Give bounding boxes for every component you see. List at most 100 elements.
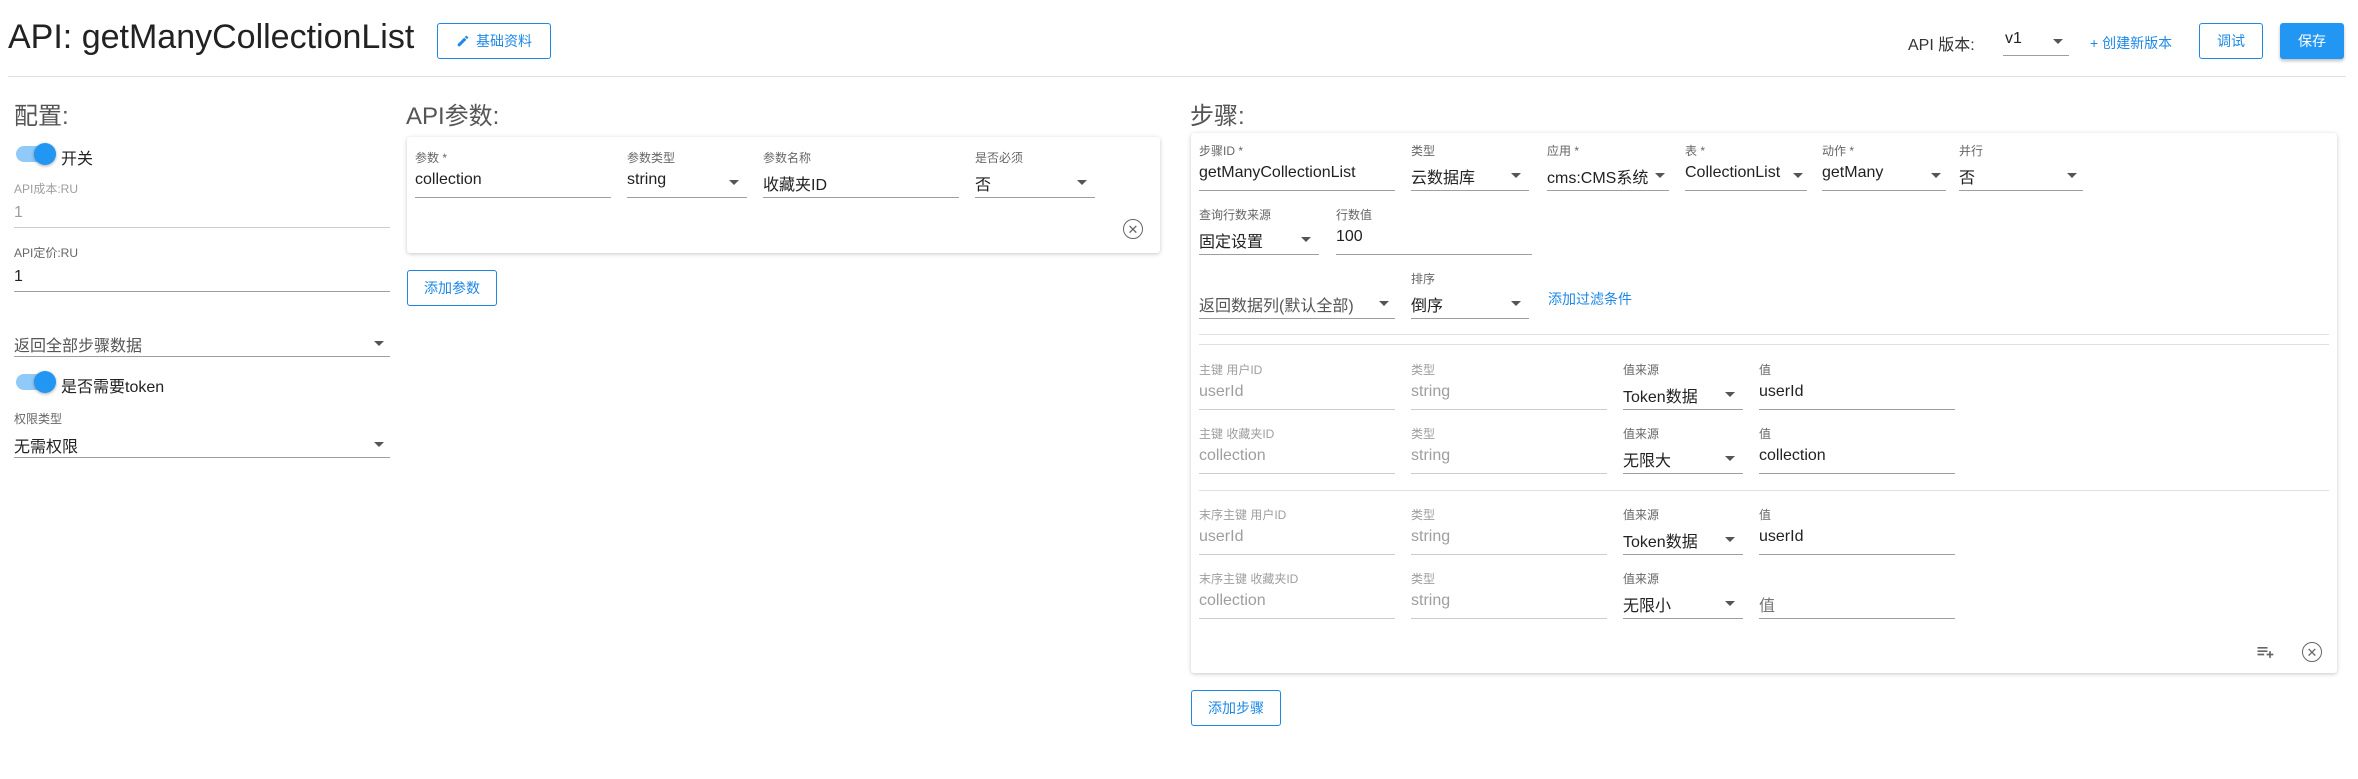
step-type-select[interactable]: 云数据库 [1411, 164, 1475, 188]
api-cost-label: API成本:RU [14, 182, 79, 196]
chevron-down-icon [2053, 39, 2063, 44]
param-input[interactable]: collection [415, 171, 482, 189]
step-id-label: 步骤ID * [1199, 144, 1244, 158]
switch-label: 开关 [61, 151, 94, 168]
key-value: collection [1199, 592, 1266, 609]
step-app-select[interactable]: cms:CMS系统 [1547, 164, 1648, 188]
param-name-label: 参数名称 [763, 151, 812, 165]
api-price-label: API定价:RU [14, 246, 79, 260]
return-cols-select[interactable]: 返回数据列(默认全部) [1199, 292, 1354, 316]
steps-title: 步骤: [1190, 103, 1245, 130]
chevron-down-icon [1379, 301, 1389, 306]
remove-param-icon[interactable]: ✕ [1123, 219, 1143, 239]
return-data-select[interactable]: 返回全部步骤数据 [14, 326, 390, 357]
value-input[interactable]: 值 [1759, 592, 1775, 616]
permission-label: 权限类型 [14, 412, 63, 426]
version-value: v1 [2005, 30, 2022, 47]
step-card: 步骤ID * getManyCollectionList 类型 云数据库 应用 … [1191, 133, 2337, 673]
sort-select[interactable]: 倒序 [1411, 292, 1443, 316]
value-input[interactable]: userId [1759, 383, 1803, 401]
value-source-label: 值来源 [1623, 572, 1660, 586]
switch-toggle[interactable] [14, 142, 58, 166]
add-filter-button[interactable]: 添加过滤条件 [1548, 289, 1632, 309]
key-type-label: 类型 [1411, 572, 1436, 586]
key-label: 主键 用户ID [1199, 363, 1263, 377]
key-type-value: string [1411, 592, 1451, 609]
value-source-select[interactable]: Token数据 [1623, 383, 1698, 407]
key-label: 末序主键 用户ID [1199, 508, 1287, 522]
param-col-label: 参数 * [415, 151, 448, 165]
key-type-label: 类型 [1411, 427, 1436, 441]
permission-select[interactable]: 无需权限 [14, 428, 390, 458]
query-source-select[interactable]: 固定设置 [1199, 228, 1263, 252]
key-value: collection [1199, 447, 1266, 464]
key-type-value: string [1411, 447, 1451, 464]
chevron-down-icon [1931, 173, 1941, 178]
chevron-down-icon [1301, 237, 1311, 242]
step-id-input[interactable]: getManyCollectionList [1199, 164, 1356, 182]
create-version-button[interactable]: + 创建新版本 [2090, 33, 2172, 53]
value-input[interactable]: collection [1759, 447, 1826, 465]
value-label: 值 [1759, 363, 1772, 377]
step-app-label: 应用 * [1547, 144, 1580, 158]
debug-button[interactable]: 调试 [2199, 23, 2263, 59]
key-value: userId [1199, 528, 1244, 545]
key-type-value: string [1411, 383, 1451, 400]
page-title: API: getManyCollectionList [8, 18, 415, 56]
token-label: 是否需要token [61, 379, 165, 396]
param-required-select[interactable]: 否 [975, 171, 991, 195]
save-button[interactable]: 保存 [2280, 23, 2344, 59]
step-action-label: 动作 * [1822, 144, 1855, 158]
version-select[interactable]: v1 [2003, 26, 2069, 56]
param-name-input[interactable]: 收藏夹ID [763, 171, 827, 195]
step-table-label: 表 * [1685, 144, 1706, 158]
chevron-down-icon [1077, 180, 1087, 185]
param-card: 参数 * collection 参数类型 string 参数名称 收藏夹ID 是… [407, 137, 1160, 253]
chevron-down-icon [1725, 537, 1735, 542]
step-parallel-label: 并行 [1959, 144, 1984, 158]
step-table-select[interactable]: CollectionList [1685, 164, 1780, 182]
key-type-value: string [1411, 528, 1451, 545]
value-source-label: 值来源 [1623, 363, 1660, 377]
chevron-down-icon [1793, 173, 1803, 178]
value-source-label: 值来源 [1623, 508, 1660, 522]
return-data-value: 返回全部步骤数据 [14, 338, 143, 355]
sort-label: 排序 [1411, 272, 1436, 286]
row-count-label: 行数值 [1336, 208, 1373, 222]
value-source-select[interactable]: 无限小 [1623, 592, 1671, 616]
chevron-down-icon [1725, 601, 1735, 606]
param-required-label: 是否必须 [975, 151, 1024, 165]
param-type-label: 参数类型 [627, 151, 676, 165]
row-count-input[interactable]: 100 [1336, 228, 1363, 246]
basic-info-button[interactable]: 基础资料 [437, 23, 551, 59]
add-step-button[interactable]: 添加步骤 [1191, 690, 1281, 726]
key-type-label: 类型 [1411, 508, 1436, 522]
config-title: 配置: [14, 103, 69, 130]
api-price-input[interactable]: 1 [14, 268, 23, 286]
playlist-add-icon[interactable] [2255, 642, 2275, 662]
key-value: userId [1199, 383, 1244, 400]
header-divider [8, 76, 2346, 77]
value-source-select[interactable]: Token数据 [1623, 528, 1698, 552]
chevron-down-icon [374, 442, 384, 447]
chevron-down-icon [729, 180, 739, 185]
step-type-label: 类型 [1411, 144, 1436, 158]
chevron-down-icon [1511, 301, 1521, 306]
step-parallel-select[interactable]: 否 [1959, 164, 1975, 188]
value-label: 值 [1759, 427, 1772, 441]
pencil-icon [457, 35, 469, 47]
add-param-button[interactable]: 添加参数 [407, 270, 497, 306]
params-title: API参数: [406, 103, 500, 130]
key-label: 末序主键 收藏夹ID [1199, 572, 1299, 586]
query-source-label: 查询行数来源 [1199, 208, 1272, 222]
chevron-down-icon [1655, 173, 1665, 178]
version-label: API 版本: [1908, 37, 1975, 54]
value-source-select[interactable]: 无限大 [1623, 447, 1671, 471]
basic-info-label: 基础资料 [476, 33, 532, 49]
chevron-down-icon [2067, 173, 2077, 178]
value-input[interactable]: userId [1759, 528, 1803, 546]
token-toggle[interactable] [14, 370, 58, 394]
remove-step-icon[interactable]: ✕ [2302, 642, 2322, 662]
step-action-select[interactable]: getMany [1822, 164, 1883, 182]
param-type-select[interactable]: string [627, 171, 666, 189]
